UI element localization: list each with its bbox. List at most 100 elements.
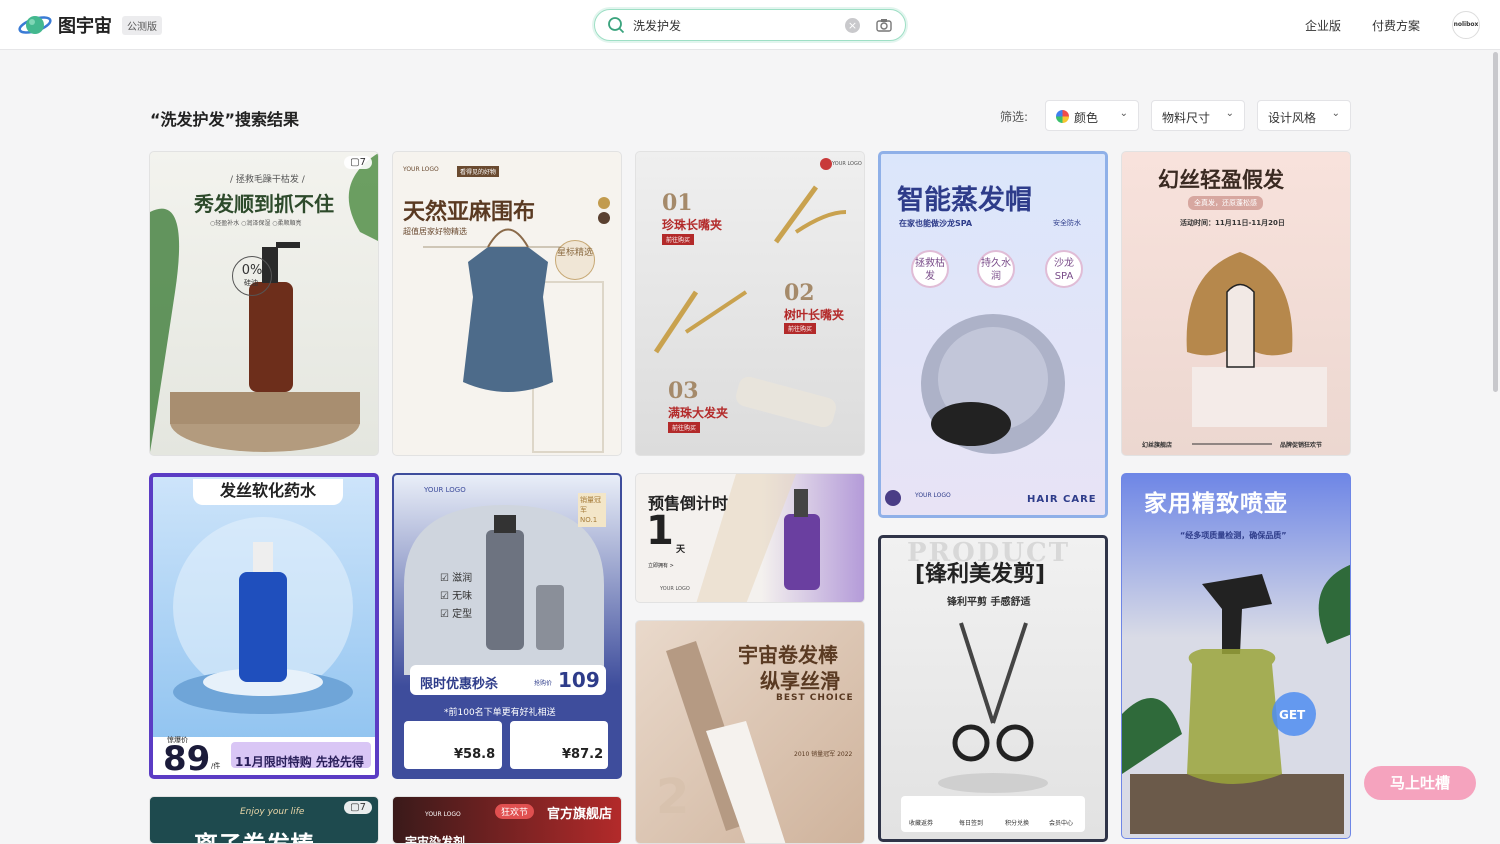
badge-sub: 硅油 bbox=[244, 279, 258, 287]
card-title: 天然亚麻围布 bbox=[403, 200, 536, 225]
num-1: 01 bbox=[662, 190, 693, 216]
template-card-wig[interactable]: 幻丝轻盈假发 全真发，还原蓬松感 活动时间：11月11日-11月20日 幻丝旗舰… bbox=[1121, 151, 1351, 456]
template-card-presale[interactable]: 预售倒计时 1 天 立即拥有 > YOUR LOGO bbox=[635, 473, 865, 603]
card-logo: YOUR LOGO bbox=[425, 811, 461, 818]
filter-color[interactable]: 颜色 ⌄ bbox=[1045, 100, 1139, 131]
card-tag: 狂欢节 bbox=[495, 804, 535, 819]
zero-badge: 0% bbox=[232, 256, 272, 296]
brand-logo[interactable]: 图宇宙 公测版 bbox=[18, 12, 162, 38]
filter-label: 筛选: bbox=[1000, 110, 1029, 124]
brand-name: 图宇宙 bbox=[58, 16, 112, 37]
card-logo: YOUR LOGO bbox=[915, 492, 951, 499]
card-subtitle: / 拯救毛躁干枯发 / bbox=[230, 175, 305, 185]
feature-1: ☑ 滋润 bbox=[440, 573, 473, 584]
card-subtitle: “经多项质量检测，确保品质” bbox=[1180, 531, 1287, 540]
page-count: ▢7 bbox=[344, 801, 372, 814]
countdown-number: 1 bbox=[646, 508, 674, 554]
card-subtitle: 全真发，还原蓬松感 bbox=[1188, 196, 1263, 210]
buy-button[interactable]: 前往购买 bbox=[668, 422, 701, 433]
filter-color-label: 颜色 bbox=[1074, 111, 1099, 125]
card-title: 宇宙染发剂 bbox=[405, 835, 466, 844]
template-card-hairclips[interactable]: YOUR LOGO 01 珍珠长嘴夹 前往购买 02 树叶长嘴夹 前往购买 03… bbox=[635, 151, 865, 456]
cta-button[interactable]: 立即拥有 > bbox=[648, 562, 674, 569]
template-card-curler[interactable]: 2 宇宙卷发棒 纵享丝滑 BEST CHOICE 2010 销量冠军 2022 bbox=[635, 620, 865, 844]
feature-2: ☑ 无味 bbox=[440, 591, 473, 602]
count-value: 7 bbox=[359, 802, 366, 813]
buy-button[interactable]: 前往购买 bbox=[784, 323, 817, 334]
count-value: 7 bbox=[359, 157, 366, 168]
card-title-2: 纵享丝滑 bbox=[760, 669, 840, 693]
promo-text: 限时优惠秒杀 bbox=[420, 677, 499, 692]
color-wheel-icon bbox=[1056, 110, 1069, 123]
card-title: 离子卷发棒 bbox=[194, 825, 314, 843]
card-subtitle: 超值居家好物精选 bbox=[403, 227, 467, 236]
buy-button[interactable]: 前往购买 bbox=[662, 234, 695, 245]
scrollbar[interactable] bbox=[1493, 52, 1498, 392]
card-date: 活动时间：11月11日-11月20日 bbox=[1180, 219, 1285, 227]
feature-circle: 沙龙SPA bbox=[1045, 250, 1083, 288]
get-button[interactable]: GET bbox=[1279, 708, 1305, 722]
card-subtitle: BEST CHOICE bbox=[776, 693, 854, 703]
filter-style[interactable]: 设计风格 ⌄ bbox=[1257, 100, 1351, 131]
badge-value: 0% bbox=[241, 263, 263, 278]
price-small-2: ¥87.2 bbox=[562, 747, 604, 762]
filter-size[interactable]: 物料尺寸 ⌄ bbox=[1151, 100, 1245, 131]
card-title: 秀发顺到抓不住 bbox=[194, 192, 334, 216]
filter-style-label: 设计风格 bbox=[1268, 111, 1317, 125]
product-illustration bbox=[153, 517, 375, 775]
card-title: 智能蒸发帽 bbox=[897, 185, 1032, 216]
icon-checkin: 每日签到 bbox=[959, 820, 984, 827]
chevron-down-icon: ⌄ bbox=[1331, 108, 1340, 119]
camera-icon[interactable] bbox=[875, 16, 893, 34]
template-card-shampoo[interactable]: / 拯救毛躁干枯发 / 秀发顺到抓不住 ○轻盈补水 ○润泽保湿 ○柔顺順亮 0%… bbox=[149, 151, 379, 456]
feature-label: 无味 bbox=[452, 591, 473, 602]
promo-text: 11月限时特购 先抢先得 bbox=[235, 755, 364, 769]
card-logo: YOUR LOGO bbox=[660, 586, 690, 592]
search-box[interactable]: 洗发护发 × bbox=[594, 9, 906, 41]
nav-pricing[interactable]: 付费方案 bbox=[1372, 17, 1420, 34]
page-count: ▢7 bbox=[344, 156, 372, 169]
feedback-button[interactable]: 马上吐槽 bbox=[1364, 766, 1476, 800]
icon-coupon: 收藏返券 bbox=[909, 820, 934, 827]
top-bar: 图宇宙 公测版 洗发护发 × 企业版 付费方案 nolibox bbox=[0, 0, 1500, 50]
avatar[interactable]: nolibox bbox=[1452, 11, 1480, 39]
template-card-scissors[interactable]: PRODUCT [锋利美发剪] 锋利平剪 手感舒适 收藏返券 每日签到 积分兑换… bbox=[878, 535, 1108, 842]
chevron-down-icon: ⌄ bbox=[1225, 108, 1234, 119]
price-small-1: ¥58.8 bbox=[454, 747, 496, 762]
label-1: 珍珠长嘴夹 bbox=[662, 218, 723, 232]
icon-member: 会员中心 bbox=[1049, 820, 1074, 827]
card-tag: 看得见的好物 bbox=[457, 166, 500, 177]
store-name: 官方旗舰店 bbox=[547, 807, 613, 822]
card-title: 幻丝轻盈假发 bbox=[1158, 168, 1284, 192]
template-card-ioncurler[interactable]: Enjoy your life 离子卷发棒 ▢7 bbox=[149, 796, 379, 844]
template-card-sprayer[interactable]: 家用精致喷壶 “经多项质量检测，确保品质” GET bbox=[1121, 473, 1351, 839]
feature-label: 定型 bbox=[452, 609, 473, 620]
nav-enterprise[interactable]: 企业版 bbox=[1305, 17, 1341, 34]
search-input[interactable]: 洗发护发 bbox=[633, 17, 681, 34]
search-icon bbox=[608, 17, 625, 34]
card-title: 家用精致喷壶 bbox=[1144, 491, 1288, 517]
card-subtitle: 在家也能做沙龙SPA bbox=[899, 219, 973, 228]
card-tags: ○轻盈补水 ○润泽保湿 ○柔顺順亮 bbox=[210, 220, 302, 227]
feature-circle: 拯救枯发 bbox=[911, 250, 949, 288]
card-subtitle: Enjoy your life bbox=[240, 807, 305, 817]
num-2: 02 bbox=[784, 280, 815, 306]
card-logo: YOUR LOGO bbox=[832, 161, 862, 167]
template-card-softener[interactable]: 发丝软化药水 惊爆价 89 /件 11月限时特购 先抢先得 bbox=[149, 473, 379, 779]
product-illustration bbox=[1122, 564, 1350, 834]
card-logo: YOUR LOGO bbox=[424, 486, 466, 494]
template-card-steamcap[interactable]: 智能蒸发帽 在家也能做沙龙SPA 安全防水 拯救枯发 持久水润 沙龙SPA YO… bbox=[878, 151, 1108, 518]
results-title: “洗发护发”搜索结果 bbox=[150, 110, 300, 129]
template-card-hairdye[interactable]: YOUR LOGO 狂欢节 官方旗舰店 宇宙染发剂 bbox=[392, 796, 622, 844]
rank-badge: 销量冠军NO.1 bbox=[578, 493, 606, 527]
clear-icon[interactable]: × bbox=[845, 18, 860, 33]
card-title: 宇宙卷发棒 bbox=[738, 643, 838, 667]
card-footer: HAIR CARE bbox=[1027, 494, 1097, 505]
feature-circle: 持久水润 bbox=[977, 250, 1015, 288]
card-title: 发丝软化药水 bbox=[193, 479, 343, 505]
planet-icon bbox=[18, 16, 52, 34]
card-subtitle: 锋利平剪 手感舒适 bbox=[947, 597, 1031, 608]
template-card-apron[interactable]: YOUR LOGO 看得见的好物 天然亚麻围布 超值居家好物精选 星标精选 bbox=[392, 151, 622, 456]
template-card-hairwax[interactable]: YOUR LOGO 销量冠军NO.1 ☑ 滋润 ☑ 无味 ☑ 定型 限时优惠秒杀… bbox=[392, 473, 622, 779]
card-logo: YOUR LOGO bbox=[403, 166, 439, 173]
